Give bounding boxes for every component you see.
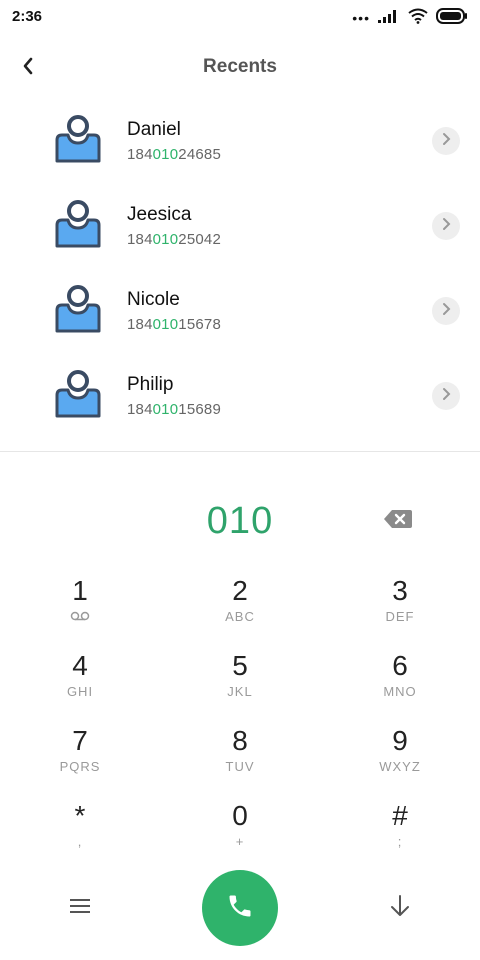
page-title: Recents	[203, 56, 277, 77]
key-digit: 3	[392, 575, 408, 606]
status-bar: 2:36 •••	[0, 0, 480, 36]
recent-item-daniel[interactable]: Daniel 18401024685	[0, 95, 480, 180]
phone-icon	[226, 892, 254, 925]
key-letters: MNO	[383, 684, 417, 699]
key-digit: 4	[72, 650, 88, 681]
number-suffix: 15678	[178, 316, 221, 333]
menu-icon	[70, 898, 90, 919]
key-letters: PQRS	[59, 759, 101, 774]
contact-avatar-icon	[52, 368, 104, 420]
signal-icon	[378, 9, 400, 28]
chevron-right-icon	[441, 387, 451, 406]
key-5[interactable]: 5 JKL	[180, 645, 300, 715]
number-prefix: 184	[127, 146, 153, 163]
chevron-right-icon	[441, 132, 451, 151]
key-2[interactable]: 2 ABC	[180, 570, 300, 640]
wifi-icon	[408, 8, 428, 29]
key-letters: DEF	[385, 609, 415, 624]
number-prefix: 184	[127, 231, 153, 248]
divider	[0, 451, 480, 452]
key-1[interactable]: 1	[20, 570, 140, 640]
key-digit: 7	[72, 725, 88, 756]
key-8[interactable]: 8 TUV	[180, 720, 300, 790]
key-letters: WXYZ	[379, 759, 421, 774]
key-digit: #	[392, 800, 408, 831]
key-letters: GHI	[66, 684, 94, 699]
contact-avatar-icon	[52, 283, 104, 335]
number-suffix: 25042	[178, 231, 221, 248]
contact-detail-button[interactable]	[432, 212, 460, 240]
backspace-icon	[383, 510, 413, 534]
status-time: 2:36	[12, 8, 43, 25]
key-4[interactable]: 4 GHI	[20, 645, 140, 715]
contact-name: Philip	[127, 374, 174, 395]
arrow-down-icon	[390, 894, 410, 922]
key-hash[interactable]: # ;	[340, 795, 460, 865]
key-letters: TUV	[225, 759, 255, 774]
contact-name: Nicole	[127, 289, 180, 310]
contact-number: 18401015689	[127, 401, 221, 418]
key-letters: ,	[77, 834, 83, 849]
key-digit: 8	[232, 725, 248, 756]
recent-item-jeesica[interactable]: Jeesica 18401025042	[0, 180, 480, 265]
number-suffix: 15689	[178, 401, 221, 418]
key-digit: 6	[392, 650, 408, 681]
recents-list: Daniel 18401024685 Jeesica 18401025042 N…	[0, 95, 480, 435]
key-letters: +	[235, 834, 245, 849]
status-icons: •••	[352, 7, 468, 29]
number-match: 010	[152, 231, 179, 248]
recent-item-philip[interactable]: Philip 18401015689	[0, 350, 480, 435]
contact-name: Daniel	[127, 119, 181, 140]
chevron-right-icon	[441, 302, 451, 321]
key-letters: ABC	[225, 609, 255, 624]
number-suffix: 24685	[178, 146, 221, 163]
key-digit: 1	[72, 575, 88, 606]
contact-name: Jeesica	[127, 204, 192, 225]
number-prefix: 184	[127, 316, 153, 333]
key-digit: 5	[232, 650, 248, 681]
key-letters: JKL	[227, 684, 253, 699]
backspace-button[interactable]	[383, 508, 413, 530]
key-digit: 2	[232, 575, 248, 606]
contact-avatar-icon	[52, 113, 104, 165]
more-dots: •••	[352, 10, 370, 26]
number-prefix: 184	[127, 401, 153, 418]
number-match: 010	[152, 316, 179, 333]
key-7[interactable]: 7 PQRS	[20, 720, 140, 790]
key-digit: 0	[232, 800, 248, 831]
bottom-action-bar	[0, 868, 480, 948]
contact-number: 18401015678	[127, 316, 221, 333]
key-star[interactable]: * ,	[20, 795, 140, 865]
key-digit: 9	[392, 725, 408, 756]
contact-number: 18401024685	[127, 146, 221, 163]
contact-detail-button[interactable]	[432, 297, 460, 325]
key-3[interactable]: 3 DEF	[340, 570, 460, 640]
contact-detail-button[interactable]	[432, 127, 460, 155]
menu-button[interactable]	[66, 894, 94, 922]
call-button[interactable]	[202, 870, 278, 946]
recent-item-nicole[interactable]: Nicole 18401015678	[0, 265, 480, 350]
voicemail-icon	[20, 609, 140, 624]
number-match: 010	[152, 401, 179, 418]
header: Recents	[0, 40, 480, 96]
key-6[interactable]: 6 MNO	[340, 645, 460, 715]
contact-number: 18401025042	[127, 231, 221, 248]
key-0[interactable]: 0 +	[180, 795, 300, 865]
chevron-right-icon	[441, 217, 451, 236]
contact-detail-button[interactable]	[432, 382, 460, 410]
key-letters: ;	[397, 834, 403, 849]
contact-avatar-icon	[52, 198, 104, 250]
number-match: 010	[152, 146, 179, 163]
key-9[interactable]: 9 WXYZ	[340, 720, 460, 790]
hide-keypad-button[interactable]	[386, 894, 414, 922]
key-digit: *	[74, 800, 86, 831]
battery-icon	[436, 7, 468, 29]
